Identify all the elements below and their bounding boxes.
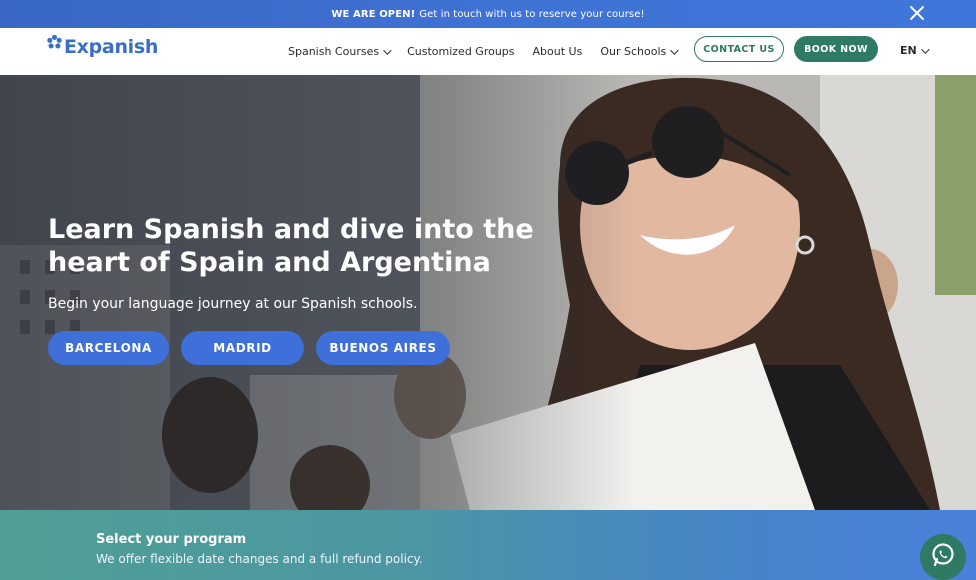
program-subtitle: We offer flexible date changes and a ful… bbox=[96, 552, 423, 566]
logo[interactable]: Expanish bbox=[46, 34, 159, 58]
hero-title-line: Learn Spanish and dive into the bbox=[48, 214, 534, 245]
hero-section: Learn Spanish and dive into the heart of… bbox=[0, 75, 976, 510]
nav-about-us[interactable]: About Us bbox=[533, 45, 583, 58]
hero-overlay bbox=[0, 75, 976, 510]
whatsapp-button[interactable] bbox=[920, 534, 966, 580]
language-selector[interactable]: EN bbox=[900, 44, 930, 57]
chevron-down-icon bbox=[920, 44, 930, 54]
hero-title-line: heart of Spain and Argentina bbox=[48, 247, 491, 278]
hero-title: Learn Spanish and dive into the heart of… bbox=[48, 213, 568, 279]
barcelona-button[interactable]: BARCELONA bbox=[48, 331, 169, 365]
language-label: EN bbox=[900, 44, 917, 57]
program-section: Select your program We offer flexible da… bbox=[0, 510, 976, 580]
nav-spanish-courses[interactable]: Spanish Courses bbox=[288, 45, 392, 58]
chevron-down-icon bbox=[670, 45, 679, 55]
nav-label: About Us bbox=[532, 45, 583, 58]
whatsapp-icon bbox=[930, 542, 956, 572]
hero-subtitle: Begin your language journey at our Spani… bbox=[48, 296, 418, 312]
nav-label: Our Schools bbox=[600, 45, 667, 58]
chevron-down-icon bbox=[383, 45, 392, 55]
close-icon[interactable] bbox=[908, 5, 926, 23]
nav-customized-groups[interactable]: Customized Groups bbox=[407, 45, 514, 58]
site-header: Expanish Spanish Courses Customized Grou… bbox=[0, 28, 976, 75]
book-now-button[interactable]: BOOK NOW bbox=[794, 36, 878, 62]
program-title: Select your program bbox=[96, 532, 247, 547]
buenos-aires-button[interactable]: BUENOS AIRES bbox=[316, 331, 450, 365]
brand-name: Expanish bbox=[64, 36, 159, 58]
announcement-bold: WE ARE OPEN! bbox=[331, 8, 416, 20]
flower-logo-icon bbox=[46, 34, 63, 51]
madrid-button[interactable]: MADRID bbox=[181, 331, 304, 365]
main-nav: Spanish Courses Customized Groups About … bbox=[288, 28, 694, 75]
contact-us-button[interactable]: CONTACT US bbox=[694, 36, 784, 62]
nav-label: Customized Groups bbox=[407, 45, 515, 58]
announcement-text[interactable]: Get in touch with us to reserve your cou… bbox=[419, 9, 644, 20]
nav-label: Spanish Courses bbox=[288, 45, 380, 58]
nav-our-schools[interactable]: Our Schools bbox=[600, 45, 679, 58]
announcement-bar: WE ARE OPEN! Get in touch with us to res… bbox=[0, 0, 976, 28]
